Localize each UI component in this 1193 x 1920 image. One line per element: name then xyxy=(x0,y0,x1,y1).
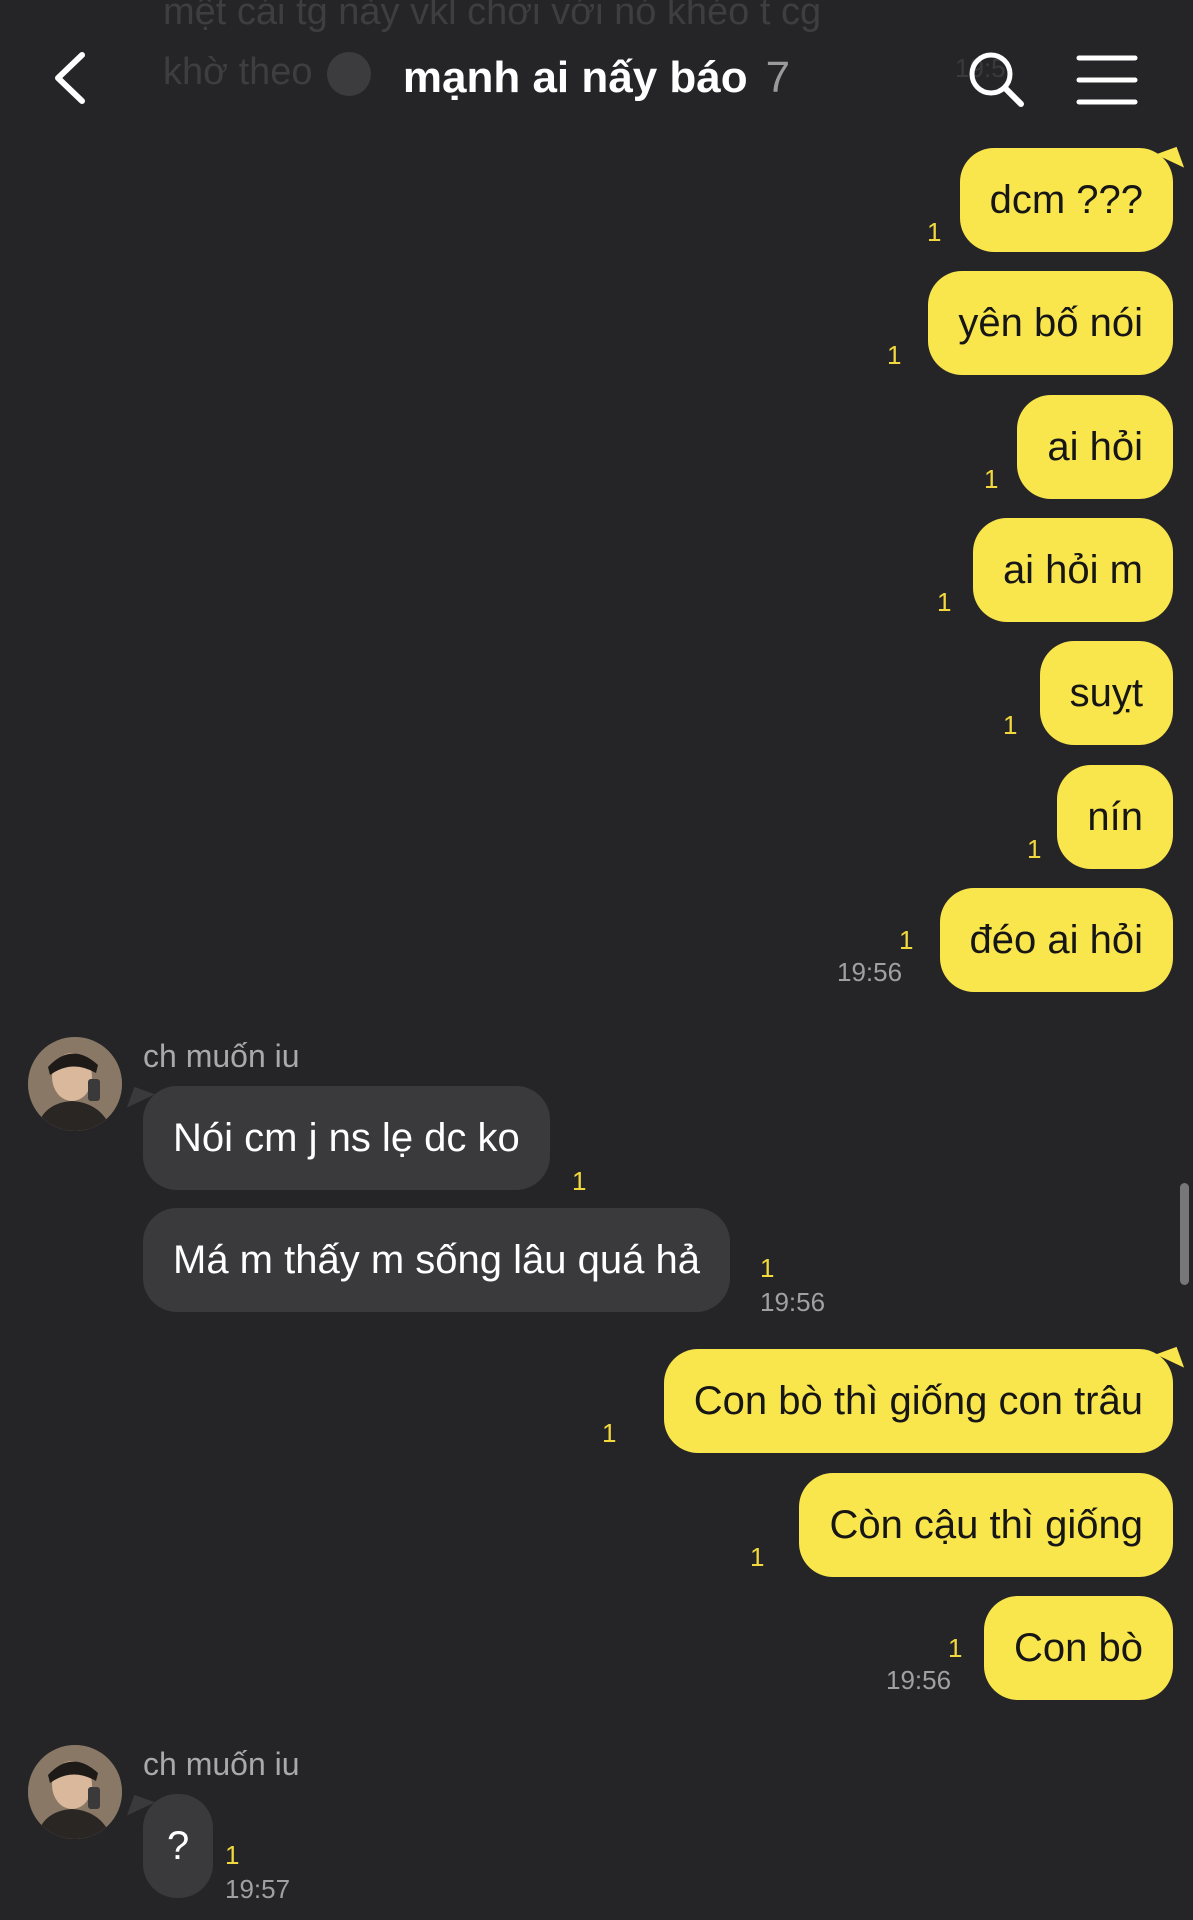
chat-header: mạnh ai nấy báo 7 xyxy=(0,0,1193,150)
my-message-bubble[interactable]: nín xyxy=(1057,765,1173,869)
their-message-bubble[interactable]: Nói cm j ns lẹ dc ko xyxy=(143,1086,550,1190)
unread-count: 1 xyxy=(572,1166,587,1196)
my-message-bubble[interactable]: yên bố nói xyxy=(928,271,1173,375)
unread-count: 1 xyxy=(760,1253,775,1283)
chat-name: mạnh ai nấy báo xyxy=(402,53,748,102)
search-icon xyxy=(969,52,1024,107)
unread-count: 1 xyxy=(948,1633,963,1663)
unread-count: 1 xyxy=(750,1542,765,1572)
avatar-photo xyxy=(28,1037,122,1131)
their-message-bubble[interactable]: ? xyxy=(143,1794,214,1898)
menu-button[interactable] xyxy=(1075,52,1139,108)
unread-count: 1 xyxy=(937,587,952,617)
my-message-bubble[interactable]: Còn cậu thì giống xyxy=(799,1473,1173,1577)
message-time: 19:56 xyxy=(760,1287,826,1317)
avatar[interactable] xyxy=(28,1745,122,1839)
unread-count: 1 xyxy=(927,217,942,247)
hamburger-menu-icon xyxy=(1076,55,1138,105)
sender-name: ch muốn iu xyxy=(143,1746,300,1782)
sender-name: ch muốn iu xyxy=(143,1038,300,1074)
avatar-photo xyxy=(28,1745,122,1839)
my-message-bubble[interactable]: dcm ??? xyxy=(959,148,1173,252)
unread-count: 1 xyxy=(1027,834,1042,864)
unread-count: 1 xyxy=(225,1840,240,1870)
unread-count: 1 xyxy=(887,340,902,370)
avatar[interactable] xyxy=(28,1037,122,1131)
unread-count: 1 xyxy=(602,1418,617,1448)
my-message-bubble[interactable]: Con bò thì giống con trâu xyxy=(663,1349,1173,1453)
my-message-bubble[interactable]: ai hỏi xyxy=(1017,395,1173,499)
search-button[interactable] xyxy=(965,48,1027,110)
unread-count: 1 xyxy=(984,464,999,494)
message-time: 19:56 xyxy=(837,957,903,987)
scrollbar[interactable] xyxy=(1180,1183,1189,1285)
message-time: 19:56 xyxy=(886,1665,952,1695)
my-message-bubble[interactable]: đéo ai hỏi xyxy=(939,888,1173,992)
unread-count: 1 xyxy=(1003,710,1018,740)
my-message-bubble[interactable]: ai hỏi m xyxy=(972,518,1173,622)
my-message-bubble[interactable]: Con bò xyxy=(984,1596,1173,1700)
their-message-bubble[interactable]: Má m thấy m sống lâu quá hả xyxy=(143,1208,730,1312)
unread-count: 1 xyxy=(899,925,914,955)
my-message-bubble[interactable]: suỵt xyxy=(1039,641,1173,745)
message-time: 19:57 xyxy=(225,1874,291,1904)
member-count: 7 xyxy=(765,53,791,102)
